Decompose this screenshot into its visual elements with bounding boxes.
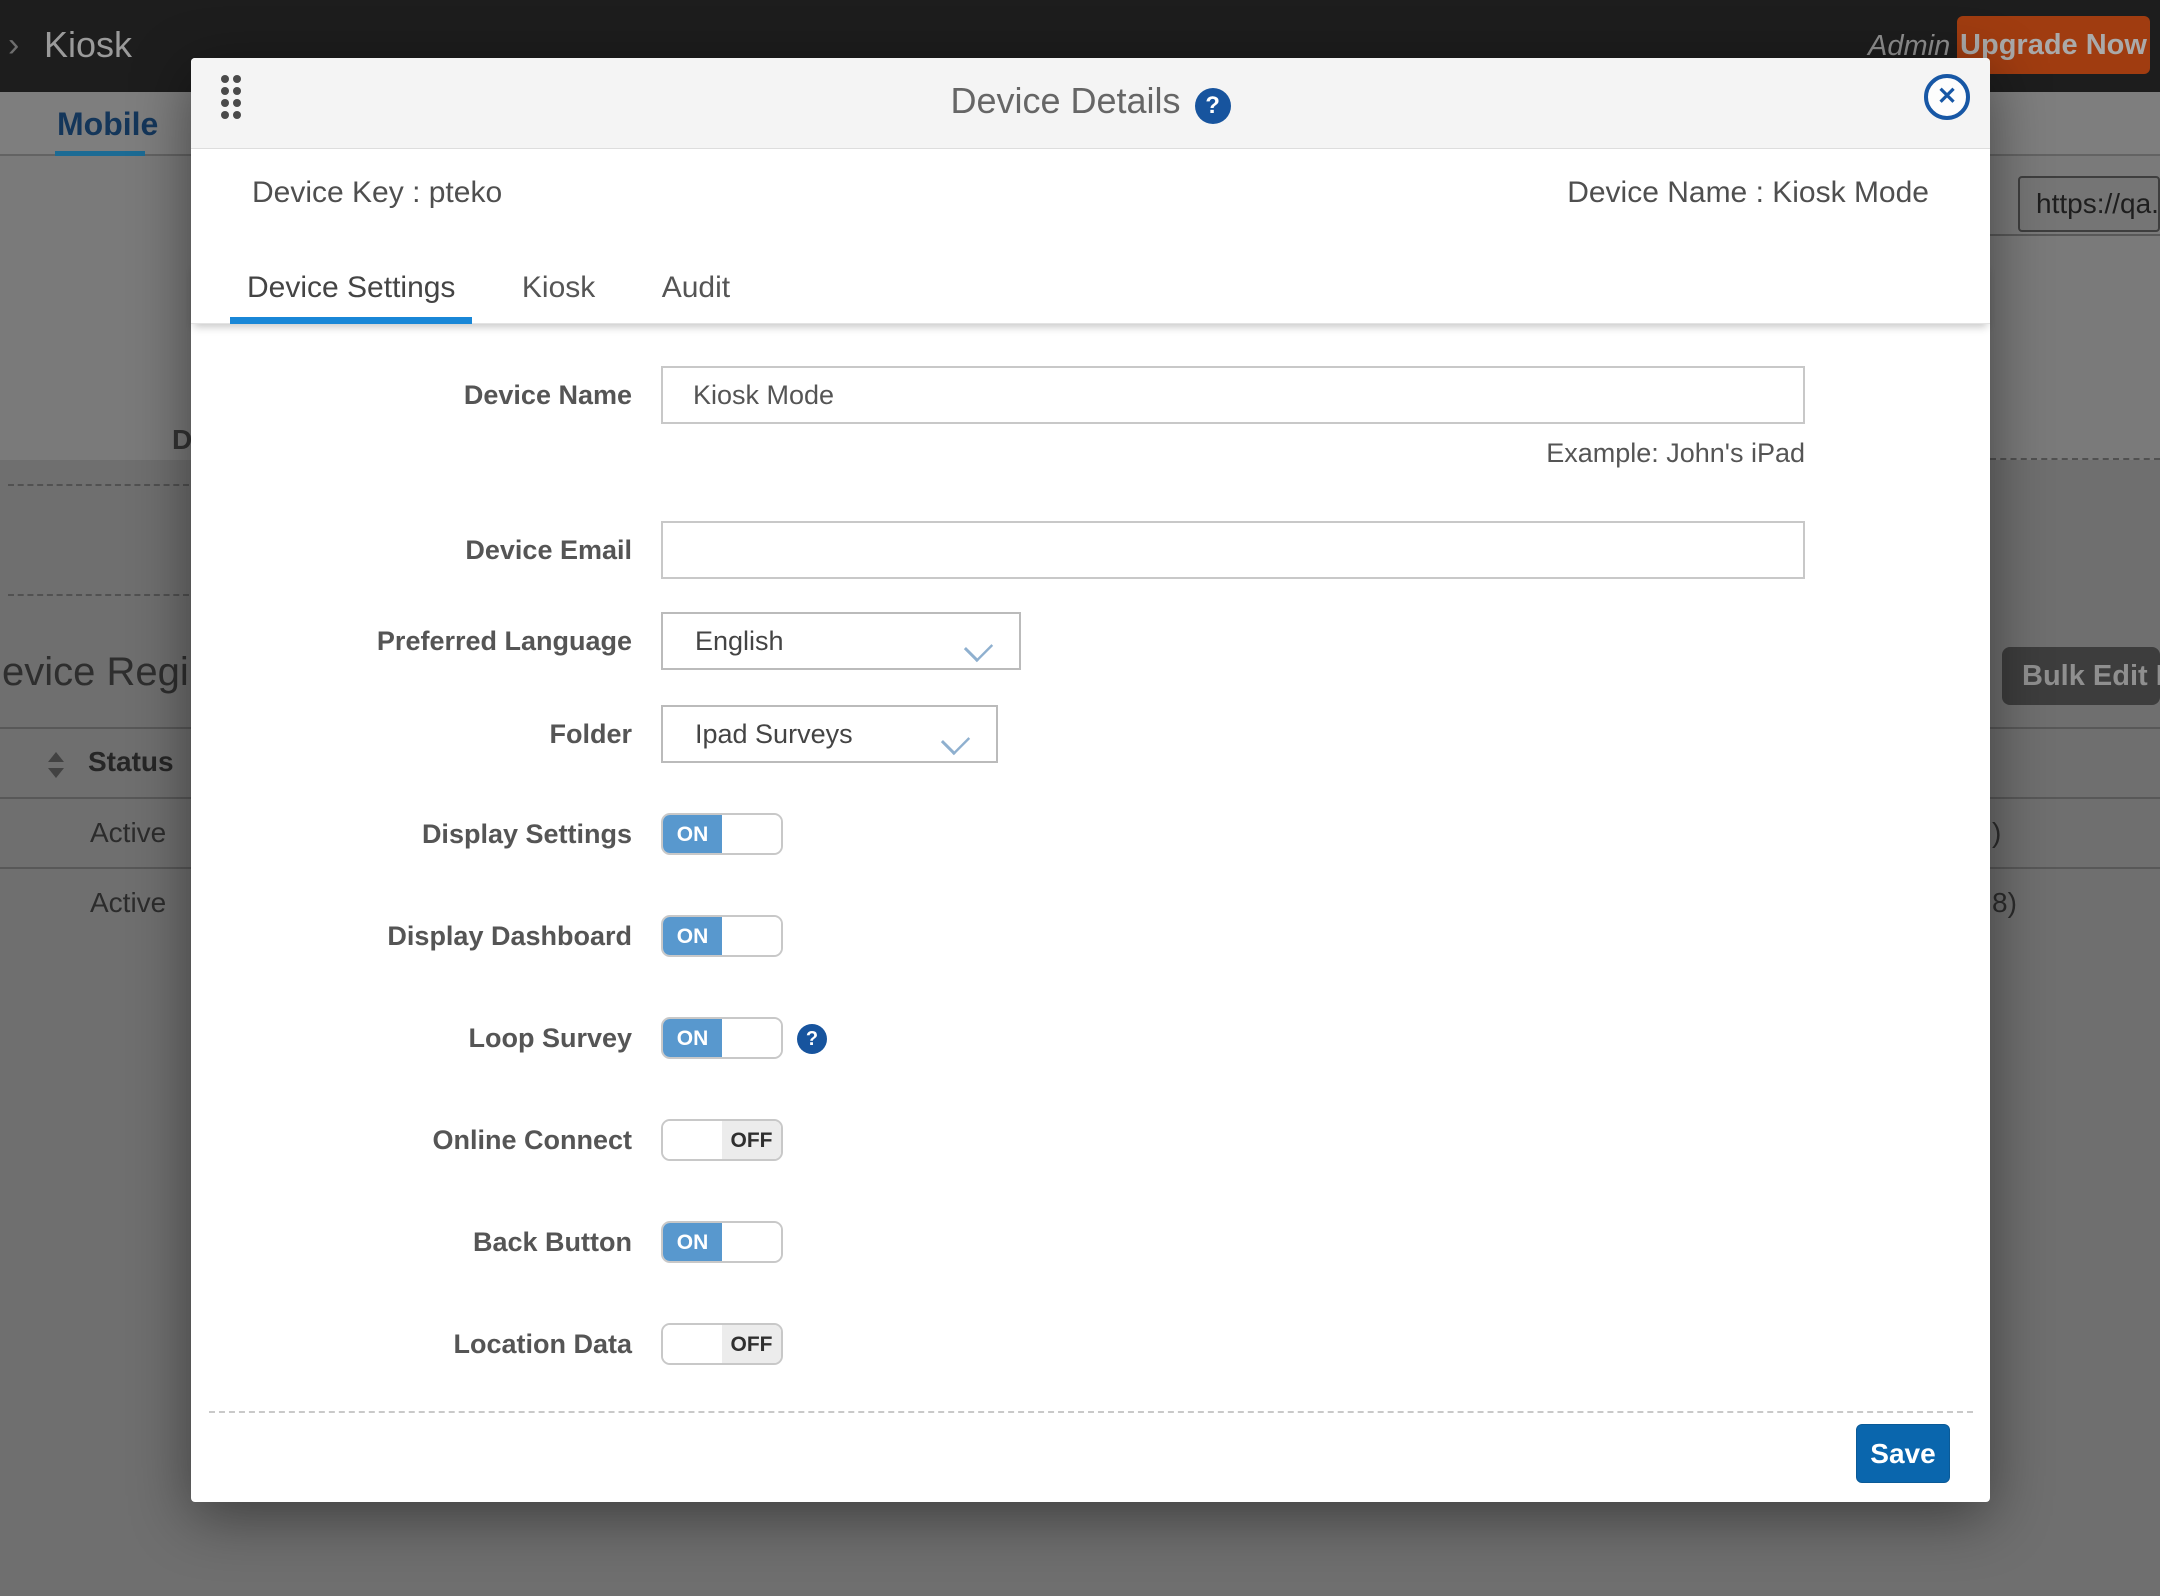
back-button-label: Back Button [191, 1221, 632, 1263]
tab-device-settings[interactable]: Device Settings [230, 261, 472, 324]
device-name-input[interactable] [661, 366, 1805, 424]
device-name-hint: Example: John's iPad [1546, 438, 1805, 469]
toggle-off-segment: ON [722, 815, 781, 853]
online-connect-toggle[interactable]: OFF OFF [661, 1119, 783, 1161]
modal-header: Device Details? ✕ [191, 58, 1990, 149]
survey-url-field[interactable]: https://qa. [2018, 176, 2160, 232]
preferred-language-select[interactable]: English [661, 612, 1021, 670]
toggle-off-segment: OFF [722, 1325, 781, 1363]
toggle-off-segment: ON [722, 917, 781, 955]
device-name-label: Device Name [191, 366, 632, 424]
preferred-language-label: Preferred Language [191, 612, 632, 670]
location-data-label: Location Data [191, 1323, 632, 1365]
bg-dashed-line [1990, 458, 2160, 460]
status-column-header[interactable]: Status [88, 746, 174, 778]
save-button[interactable]: Save [1856, 1424, 1950, 1483]
drag-handle-icon[interactable] [221, 75, 241, 119]
chevron-down-icon [967, 634, 991, 658]
device-email-input[interactable] [661, 521, 1805, 579]
table-row-status: Active [90, 887, 166, 919]
table-line [1990, 727, 2160, 729]
loop-survey-label: Loop Survey [191, 1017, 632, 1059]
display-dashboard-label: Display Dashboard [191, 915, 632, 957]
device-email-label: Device Email [191, 521, 632, 579]
location-data-toggle[interactable]: OFF OFF [661, 1323, 783, 1365]
toggle-on-segment: ON [663, 917, 722, 955]
loop-survey-toggle[interactable]: ON ON [661, 1017, 783, 1059]
page-title: Kiosk [44, 24, 132, 66]
toggle-on-segment: ON [663, 1019, 722, 1057]
bg-label-fragment: D [172, 424, 192, 456]
table-row-fragment: ) [1992, 817, 2001, 849]
device-details-modal: Device Details? ✕ Device Key : pteko Dev… [191, 58, 1990, 1502]
bg-dashed-line [8, 594, 189, 596]
display-settings-label: Display Settings [191, 813, 632, 855]
modal-tabs: Device Settings Kiosk Audit [191, 261, 1990, 324]
breadcrumb-chevron-icon: › [8, 26, 19, 65]
device-registrations-heading: evice Registr [2, 650, 188, 695]
online-connect-label: Online Connect [191, 1119, 632, 1161]
display-settings-toggle[interactable]: ON ON [661, 813, 783, 855]
table-line [0, 867, 191, 869]
toggle-on-segment: ON [663, 815, 722, 853]
toggle-on-segment: ON [663, 1223, 722, 1261]
chevron-down-icon [944, 727, 968, 751]
table-line [0, 797, 191, 799]
toggle-on-segment: OFF [663, 1325, 722, 1363]
toggle-on-segment: OFF [663, 1121, 722, 1159]
folder-value: Ipad Surveys [695, 719, 853, 749]
toggle-off-segment: ON [722, 1223, 781, 1261]
back-button-toggle[interactable]: ON ON [661, 1221, 783, 1263]
bg-dashed-line [8, 484, 189, 486]
screen: › Kiosk Admin Upgrade Now Mobile D https… [0, 0, 2160, 1596]
tab-audit[interactable]: Audit [645, 261, 747, 324]
table-line [0, 727, 191, 729]
device-key-row: Device Key : pteko Device Name : Kiosk M… [252, 170, 1929, 216]
loop-survey-help-icon[interactable]: ? [797, 1024, 827, 1054]
table-row-status: Active [90, 817, 166, 849]
display-dashboard-toggle[interactable]: ON ON [661, 915, 783, 957]
preferred-language-value: English [695, 626, 784, 656]
bulk-edit-devices-button[interactable]: Bulk Edit Dev [2002, 647, 2160, 705]
device-name-text: Device Name : Kiosk Mode [1567, 170, 1929, 216]
bg-line [1990, 234, 2160, 236]
tab-mobile[interactable]: Mobile [57, 106, 158, 143]
sort-arrows-icon[interactable] [48, 752, 64, 778]
folder-select[interactable]: Ipad Surveys [661, 705, 998, 763]
device-key-text: Device Key : pteko [252, 170, 502, 216]
table-row-fragment: 8) [1992, 887, 2017, 919]
toggle-off-segment: ON [722, 1019, 781, 1057]
toggle-off-segment: OFF [722, 1121, 781, 1159]
table-line [1990, 797, 2160, 799]
footer-divider [209, 1411, 1973, 1413]
modal-title: Device Details [950, 80, 1180, 122]
folder-label: Folder [191, 705, 632, 763]
help-icon[interactable]: ? [1195, 88, 1231, 124]
table-line [1990, 867, 2160, 869]
close-icon[interactable]: ✕ [1924, 74, 1970, 120]
tab-kiosk[interactable]: Kiosk [505, 261, 612, 324]
